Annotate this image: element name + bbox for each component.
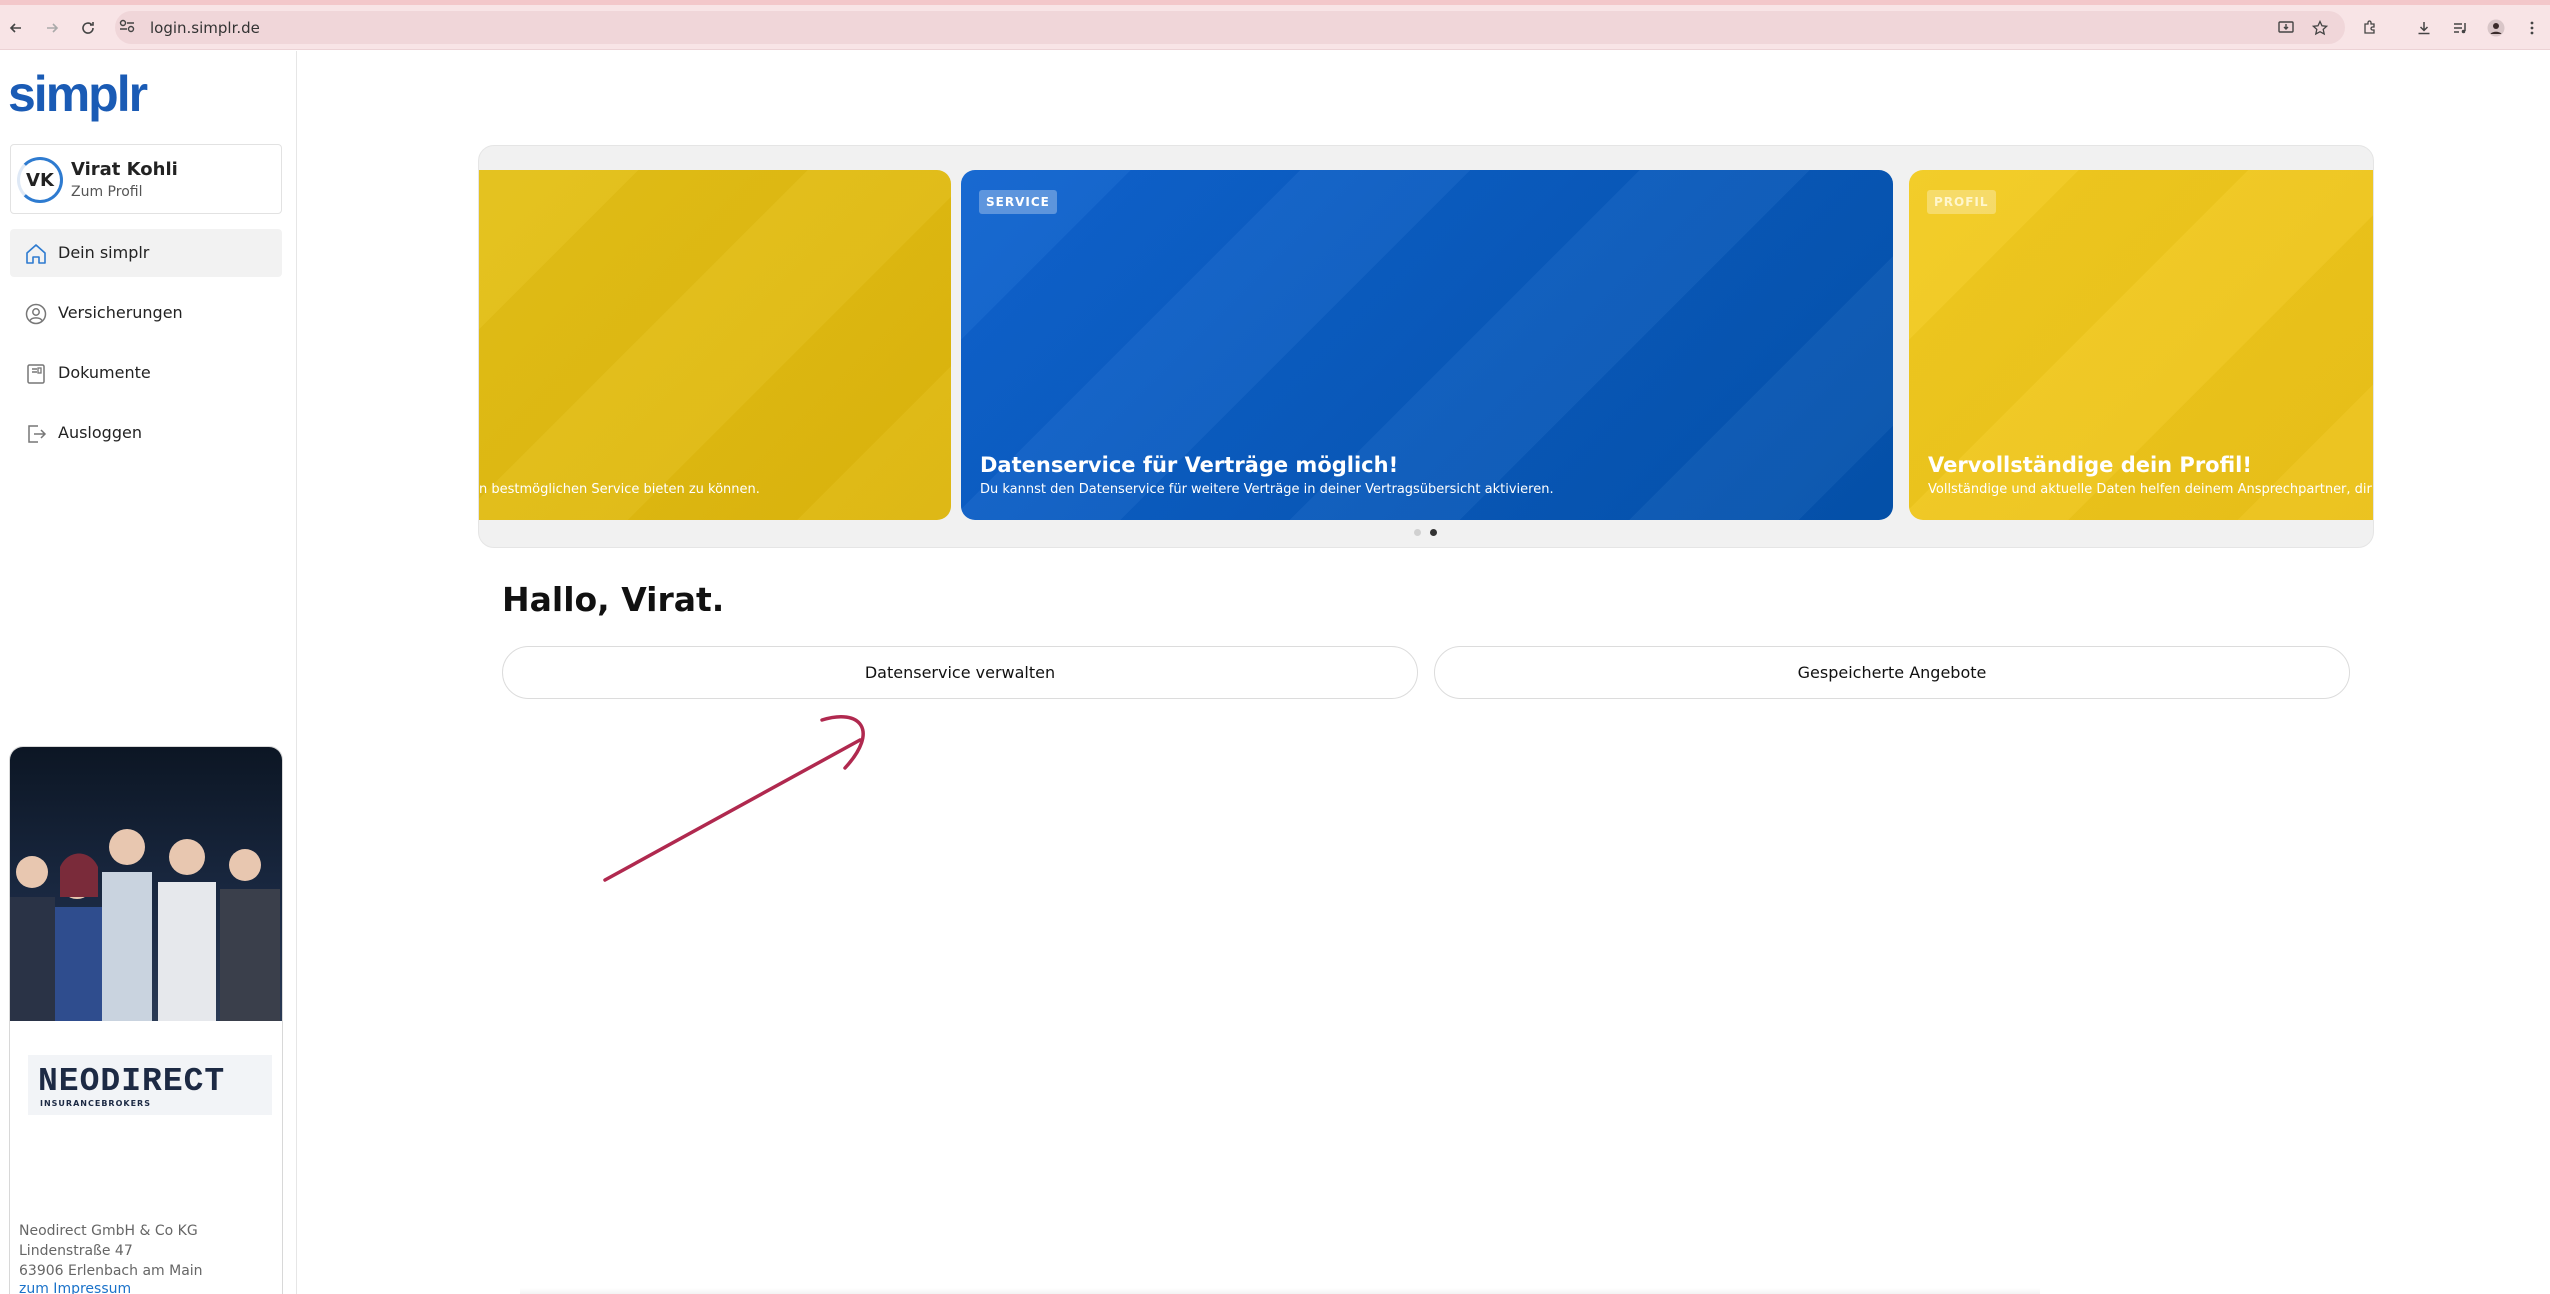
home-icon bbox=[24, 242, 48, 266]
sidebar-item-versicherungen[interactable]: Versicherungen bbox=[10, 289, 282, 337]
sidebar-item-dokumente[interactable]: Dokumente bbox=[10, 349, 282, 397]
document-icon bbox=[24, 362, 48, 386]
install-app-icon[interactable] bbox=[2273, 14, 2301, 42]
gespeicherte-angebote-button[interactable]: Gespeicherte Angebote bbox=[1434, 646, 2350, 699]
carousel-slide-profil[interactable]: PROFIL Vervollständige dein Profil! Voll… bbox=[1909, 170, 2374, 520]
slide-text: n bestmöglichen Service bieten zu können… bbox=[479, 482, 760, 497]
sidebar-item-label: Versicherungen bbox=[58, 303, 183, 322]
site-settings-icon[interactable] bbox=[118, 18, 140, 38]
back-icon[interactable] bbox=[2, 14, 30, 42]
sidebar: simplr VK Virat Kohli Zum Profil Dein si… bbox=[0, 51, 297, 1294]
bottom-shadow bbox=[520, 1288, 2040, 1294]
advisor-company: Neodirect GmbH & Co KG bbox=[19, 1223, 198, 1239]
imprint-link[interactable]: zum Impressum bbox=[19, 1281, 131, 1294]
avatar: VK bbox=[17, 157, 63, 203]
sidebar-item-label: Dein simplr bbox=[58, 243, 150, 262]
sidebar-item-label: Ausloggen bbox=[58, 423, 142, 442]
brand-name: NEODIRECT bbox=[38, 1063, 226, 1100]
slide-text: Du kannst den Datenservice für weitere V… bbox=[980, 482, 1554, 497]
carousel-dot[interactable] bbox=[1414, 529, 1421, 536]
address-bar[interactable] bbox=[115, 11, 2345, 44]
forward-icon[interactable] bbox=[38, 14, 66, 42]
annotation-arrow bbox=[603, 715, 865, 882]
advisor-city: 63906 Erlenbach am Main bbox=[19, 1263, 203, 1279]
profile-card[interactable]: VK Virat Kohli Zum Profil bbox=[10, 144, 282, 214]
profile-avatar-icon[interactable] bbox=[2482, 14, 2510, 42]
advisor-card: NEODIRECT INSURANCEBROKERS Neodirect Gmb… bbox=[9, 746, 283, 1294]
team-photo bbox=[10, 747, 282, 1021]
page-greeting: Hallo, Virat. bbox=[502, 580, 725, 619]
browser-menu-icon[interactable] bbox=[2518, 14, 2546, 42]
slide-text: Vollständige und aktuelle Daten helfen d… bbox=[1928, 482, 2374, 497]
bookmark-star-icon[interactable] bbox=[2306, 14, 2334, 42]
browser-toolbar: login.simplr.de bbox=[0, 5, 2550, 50]
slide-title: Datenservice für Verträge möglich! bbox=[980, 453, 1399, 477]
carousel-slide[interactable]: n bestmöglichen Service bieten zu können… bbox=[479, 170, 951, 520]
download-icon[interactable] bbox=[2410, 14, 2438, 42]
slide-tag: PROFIL bbox=[1927, 190, 1996, 214]
user-circle-icon bbox=[24, 302, 48, 326]
logout-icon bbox=[24, 422, 48, 446]
url-text[interactable]: login.simplr.de bbox=[150, 19, 260, 37]
carousel-slide-service[interactable]: SERVICE Datenservice für Verträge möglic… bbox=[961, 170, 1893, 520]
media-controls-icon[interactable] bbox=[2446, 14, 2474, 42]
reload-icon[interactable] bbox=[74, 14, 102, 42]
carousel-dot-active[interactable] bbox=[1430, 529, 1437, 536]
simplr-logo[interactable]: simplr bbox=[8, 65, 148, 123]
datenservice-verwalten-button[interactable]: Datenservice verwalten bbox=[502, 646, 1418, 699]
profile-name: Virat Kohli bbox=[71, 159, 178, 180]
profile-link[interactable]: Zum Profil bbox=[71, 184, 142, 200]
advisor-street: Lindenstraße 47 bbox=[19, 1243, 133, 1259]
sidebar-item-label: Dokumente bbox=[58, 363, 151, 382]
extensions-icon[interactable] bbox=[2356, 14, 2384, 42]
neodirect-logo: NEODIRECT INSURANCEBROKERS bbox=[28, 1055, 272, 1115]
sidebar-item-ausloggen[interactable]: Ausloggen bbox=[10, 409, 282, 457]
slide-tag: SERVICE bbox=[979, 190, 1057, 214]
slide-title: Vervollständige dein Profil! bbox=[1928, 453, 2252, 477]
promo-carousel[interactable]: n bestmöglichen Service bieten zu können… bbox=[478, 145, 2374, 548]
sidebar-item-dein-simplr[interactable]: Dein simplr bbox=[10, 229, 282, 277]
brand-subtitle: INSURANCEBROKERS bbox=[40, 1099, 151, 1108]
